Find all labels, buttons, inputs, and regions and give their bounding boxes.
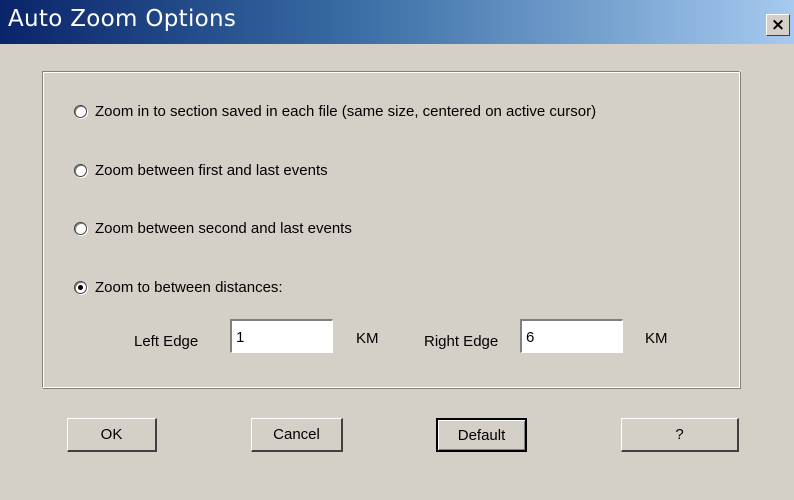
radio-label: Zoom between second and last events: [95, 219, 352, 237]
radio-label: Zoom between first and last events: [95, 161, 328, 179]
default-button-label: Default: [457, 426, 506, 444]
radio-option-second-last-events[interactable]: Zoom between second and last events: [74, 218, 352, 238]
close-button[interactable]: ×: [766, 14, 790, 36]
help-button[interactable]: ?: [621, 418, 739, 452]
left-edge-label: Left Edge: [134, 333, 199, 350]
close-icon: ×: [770, 14, 786, 35]
cancel-button-label: Cancel: [273, 426, 320, 443]
right-edge-input[interactable]: [520, 319, 623, 353]
ok-button-label: OK: [100, 426, 123, 443]
auto-zoom-dialog: Auto Zoom Options × Zoom in to section s…: [0, 0, 794, 500]
default-button[interactable]: Default: [436, 418, 527, 452]
radio-button[interactable]: [74, 221, 87, 235]
right-edge-label: Right Edge: [424, 333, 499, 350]
left-edge-input[interactable]: [230, 319, 333, 353]
radio-option-zoom-in-section[interactable]: Zoom in to section saved in each file (s…: [74, 101, 596, 121]
radio-button[interactable]: [74, 163, 87, 177]
radio-option-first-last-events[interactable]: Zoom between first and last events: [74, 160, 328, 180]
left-edge-unit: KM: [356, 330, 379, 347]
radio-label: Zoom to between distances:: [95, 278, 283, 296]
ok-button[interactable]: OK: [67, 418, 157, 452]
dialog-title: Auto Zoom Options: [8, 6, 237, 32]
cancel-button[interactable]: Cancel: [251, 418, 343, 452]
right-edge-unit: KM: [645, 330, 668, 347]
radio-button-selected[interactable]: [74, 280, 87, 294]
radio-option-between-distances[interactable]: Zoom to between distances:: [74, 277, 283, 297]
radio-label: Zoom in to section saved in each file (s…: [95, 102, 597, 120]
help-button-label: ?: [675, 426, 684, 443]
radio-button[interactable]: [74, 104, 87, 118]
title-bar[interactable]: Auto Zoom Options ×: [0, 0, 794, 44]
